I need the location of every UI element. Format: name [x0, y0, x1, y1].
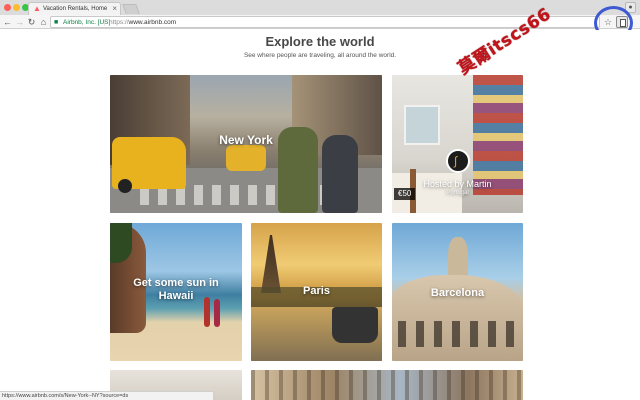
- card-label-barcelona: Barcelona: [430, 287, 485, 299]
- page-content: Explore the world See where people are t…: [0, 30, 640, 400]
- extension-icon[interactable]: [616, 16, 628, 28]
- host-avatar: ∫: [446, 149, 470, 173]
- url-separator: |: [104, 19, 106, 26]
- forward-arrow-icon[interactable]: →: [14, 16, 25, 28]
- card-photo-detail: [214, 299, 220, 327]
- url-text[interactable]: https://www.airbnb.com: [109, 17, 176, 28]
- page-title: Explore the world: [265, 34, 375, 49]
- reload-icon[interactable]: ↻: [26, 16, 37, 28]
- card-photo-detail: [398, 321, 516, 347]
- host-card-martin[interactable]: ∫ Hosted by Martin Portugal €50: [392, 75, 523, 213]
- card-photo-detail: [251, 370, 523, 400]
- new-tab-button[interactable]: [122, 4, 140, 14]
- destination-card-barcelona[interactable]: Barcelona: [392, 223, 523, 361]
- status-bar-url: https://www.airbnb.com/s/New-York--NY?so…: [0, 391, 214, 400]
- destination-card-paris[interactable]: Paris: [251, 223, 382, 361]
- back-arrow-icon[interactable]: ←: [2, 16, 13, 28]
- card-label-hawaii: Get some sun in Hawaii: [110, 277, 242, 303]
- window-close-button[interactable]: [4, 4, 11, 11]
- tab-title: Vacation Rentals, Homes, Apa: [43, 6, 107, 12]
- card-label-new-york: New York: [219, 133, 273, 147]
- tab-close-button[interactable]: ×: [112, 3, 117, 14]
- destination-card-hawaii[interactable]: Get some sun in Hawaii: [110, 223, 242, 361]
- card-label-paris: Paris: [303, 285, 330, 297]
- card-photo-detail: [404, 105, 440, 145]
- url-host: www.airbnb.com: [128, 19, 177, 26]
- card-photo-detail: [226, 145, 266, 171]
- price-badge: €50: [394, 188, 416, 200]
- profile-icon[interactable]: ●: [625, 2, 636, 13]
- url-scheme: https://: [109, 19, 129, 26]
- page-subtitle: See where people are traveling, all arou…: [243, 52, 397, 59]
- card-photo-detail: [332, 307, 378, 343]
- card-label-hawaii-line2: Hawaii: [158, 290, 194, 302]
- destination-card-partial[interactable]: [251, 370, 523, 400]
- browser-tab-airbnb[interactable]: ▲ Vacation Rentals, Homes, Apa ×: [28, 2, 121, 15]
- airbnb-logo-icon: ▲: [33, 4, 41, 13]
- star-icon[interactable]: ☆: [602, 16, 614, 28]
- window-minimize-button[interactable]: [13, 4, 20, 11]
- home-icon[interactable]: ⌂: [38, 16, 49, 28]
- card-photo-detail: [473, 75, 523, 195]
- destination-card-new-york[interactable]: New York: [110, 75, 382, 213]
- lock-icon[interactable]: ■: [54, 17, 58, 28]
- card-label-hawaii-line1: Get some sun in: [133, 277, 219, 289]
